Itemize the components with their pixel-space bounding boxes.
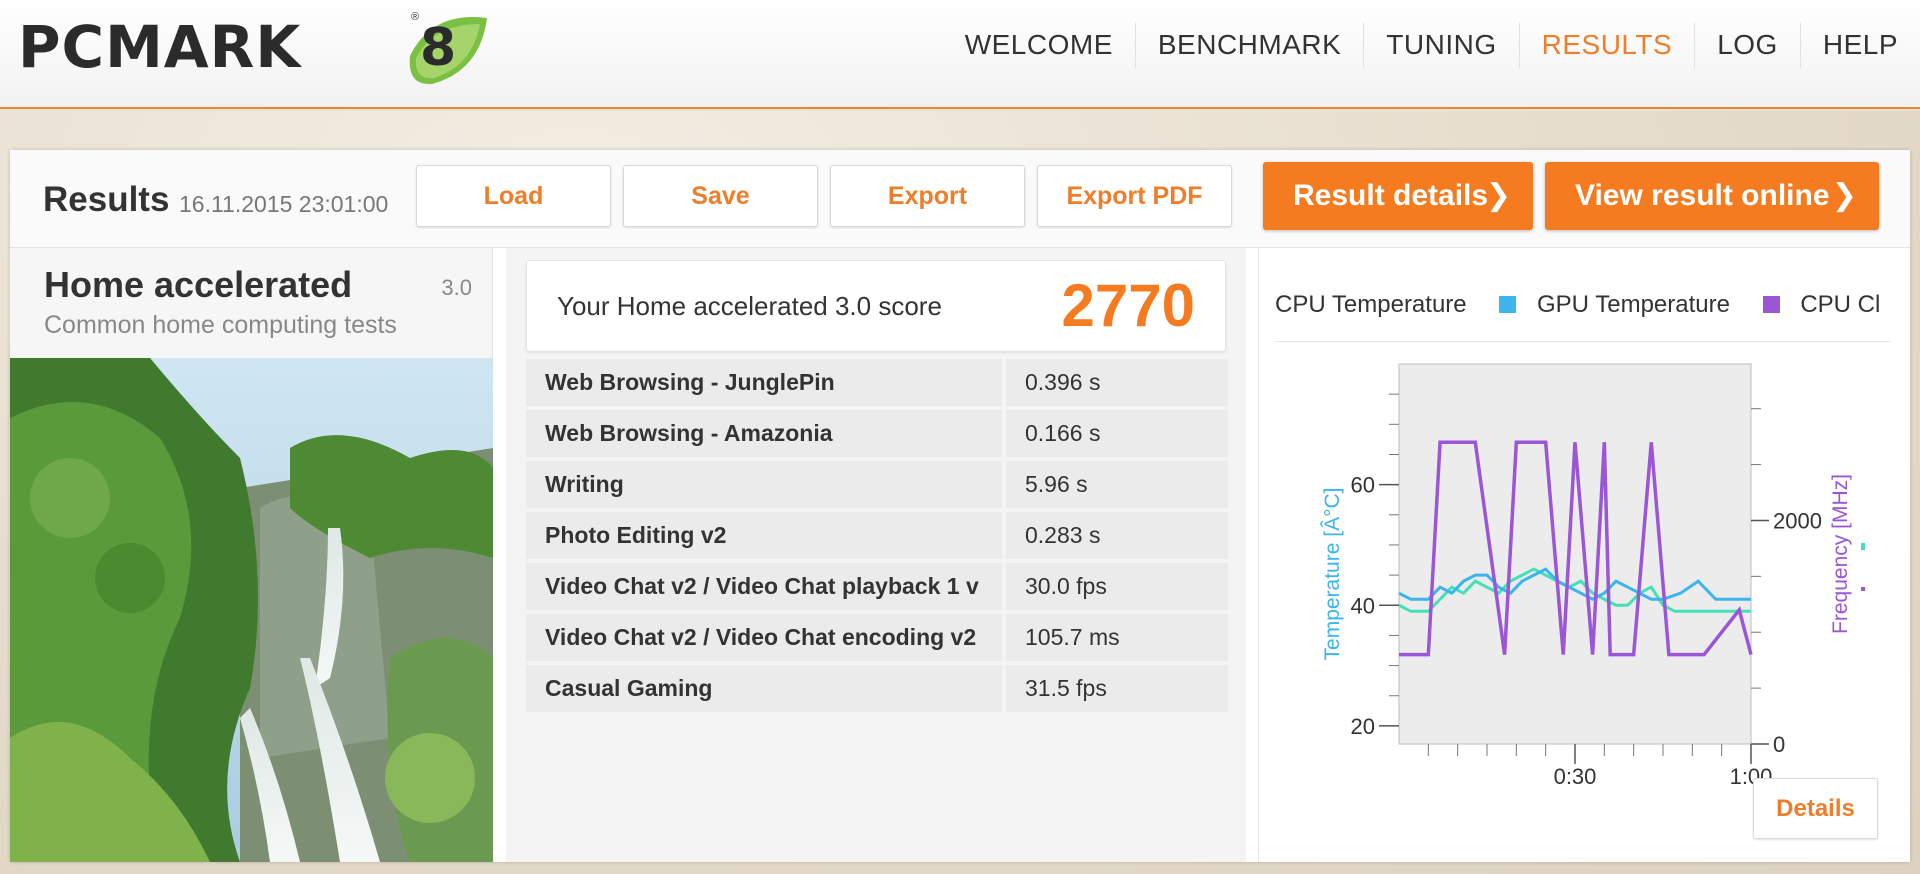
score-box: Your Home accelerated 3.0 score 2770 xyxy=(526,260,1226,352)
nav-help[interactable]: HELP xyxy=(1799,22,1920,68)
load-button[interactable]: Load xyxy=(416,165,611,227)
logo-text: PCMARK xyxy=(18,13,302,81)
subscore-table: Web Browsing - JunglePin 0.396 s Web Bro… xyxy=(526,359,1228,716)
y-tick-label: 20 xyxy=(1351,714,1375,739)
logo-number: 8 xyxy=(420,18,457,78)
chart-legend: CPU Temperature GPU Temperature CPU Cl xyxy=(1275,290,1891,342)
table-row: Writing 5.96 s xyxy=(526,461,1228,508)
monitoring-chart: 204060020000:301:00Time [s]Temperature [… xyxy=(1321,363,1865,788)
nav-log[interactable]: LOG xyxy=(1694,22,1800,68)
legend-cpu-clock: CPU Cl xyxy=(1800,290,1881,318)
view-result-online-label: View result online xyxy=(1575,179,1830,212)
legend-swatch-gpu-temperature xyxy=(1499,296,1517,314)
results-date: 16.11.2015 23:01:00 xyxy=(179,191,389,217)
pcmark-logo: PCMARK 8 ® xyxy=(18,8,487,85)
subscore-name: Photo Editing v2 xyxy=(526,512,1002,559)
subscore-value: 0.283 s xyxy=(1006,512,1228,559)
result-details-button[interactable]: Result details ❯ xyxy=(1263,162,1533,230)
test-subtitle: Common home computing tests xyxy=(44,311,397,339)
subscore-value: 0.166 s xyxy=(1006,410,1228,457)
legend-gpu-temperature: GPU Temperature xyxy=(1536,290,1730,318)
nav-welcome[interactable]: WELCOME xyxy=(943,22,1135,68)
details-button[interactable]: Details xyxy=(1753,778,1878,839)
table-row: Casual Gaming 31.5 fps xyxy=(526,665,1228,712)
y2-tick-label: 2000 xyxy=(1773,508,1822,533)
registered-mark: ® xyxy=(411,11,420,23)
results-panel: Results 16.11.2015 23:01:00 Load Save Ex… xyxy=(10,150,1910,862)
y-tick-label: 40 xyxy=(1351,593,1375,618)
waterfall-image xyxy=(10,358,493,862)
score-column: Your Home accelerated 3.0 score 2770 Web… xyxy=(506,248,1246,862)
legend-swatch-cpu-clock xyxy=(1762,296,1780,314)
export-pdf-button[interactable]: Export PDF xyxy=(1037,165,1232,227)
subscore-name: Video Chat v2 / Video Chat encoding v2 xyxy=(526,614,1002,661)
subscore-name: Web Browsing - JunglePin xyxy=(526,359,1002,406)
subscore-value: 31.5 fps xyxy=(1006,665,1228,712)
subscore-name: Writing xyxy=(526,461,1002,508)
table-row: Video Chat v2 / Video Chat playback 1 v … xyxy=(526,563,1228,610)
save-button[interactable]: Save xyxy=(623,165,818,227)
subscore-value: 5.96 s xyxy=(1006,461,1228,508)
subscore-name: Casual Gaming xyxy=(526,665,1002,712)
subscore-value: 105.7 ms xyxy=(1006,614,1228,661)
nav-tuning[interactable]: TUNING xyxy=(1363,22,1518,68)
table-row: Photo Editing v2 0.283 s xyxy=(526,512,1228,559)
test-info-column: Home accelerated 3.0 Common home computi… xyxy=(10,248,493,862)
subscore-name: Video Chat v2 / Video Chat playback 1 v xyxy=(526,563,1002,610)
y-tick-label: 60 xyxy=(1351,473,1375,498)
chevron-right-icon: ❯ xyxy=(1485,179,1511,212)
test-version: 3.0 xyxy=(441,275,472,300)
nav-benchmark[interactable]: BENCHMARK xyxy=(1134,22,1363,68)
subscore-name: Web Browsing - Amazonia xyxy=(526,410,1002,457)
table-row: Web Browsing - JunglePin 0.396 s xyxy=(526,359,1228,406)
view-result-online-button[interactable]: View result online ❯ xyxy=(1545,162,1879,230)
test-name: Home accelerated xyxy=(44,264,353,305)
y2-tick-label: 0 xyxy=(1773,732,1785,757)
subscore-value: 0.396 s xyxy=(1006,359,1228,406)
score-value: 2770 xyxy=(1061,272,1195,339)
legend-cpu-temperature: CPU Temperature xyxy=(1275,290,1467,318)
x-tick-label: 0:30 xyxy=(1554,764,1597,788)
main-nav: WELCOME BENCHMARK TUNING RESULTS LOG HEL… xyxy=(943,22,1920,68)
y2-axis-label: Frequency [MHz] xyxy=(1829,474,1852,634)
export-button[interactable]: Export xyxy=(830,165,1025,227)
current-cpu-clock-marker xyxy=(1861,587,1865,591)
monitoring-column: CPU Temperature GPU Temperature CPU Cl 2… xyxy=(1258,248,1910,862)
table-row: Video Chat v2 / Video Chat encoding v2 1… xyxy=(526,614,1228,661)
top-navigation-bar: PCMARK 8 ® WELCOME BENCHMARK TUNING RESU… xyxy=(0,0,1920,109)
score-label: Your Home accelerated 3.0 score xyxy=(557,291,942,321)
result-details-label: Result details xyxy=(1293,179,1489,212)
results-toolbar: Results 16.11.2015 23:01:00 Load Save Ex… xyxy=(10,150,1910,248)
nav-results[interactable]: RESULTS xyxy=(1518,22,1695,68)
plot-area xyxy=(1398,363,1752,745)
results-title: Results xyxy=(43,180,170,219)
current-cpu-temp-marker xyxy=(1861,543,1865,550)
chevron-right-icon: ❯ xyxy=(1831,179,1857,212)
table-row: Web Browsing - Amazonia 0.166 s xyxy=(526,410,1228,457)
y-axis-label: Temperature [Â°C] xyxy=(1321,488,1344,661)
subscore-value: 30.0 fps xyxy=(1006,563,1228,610)
